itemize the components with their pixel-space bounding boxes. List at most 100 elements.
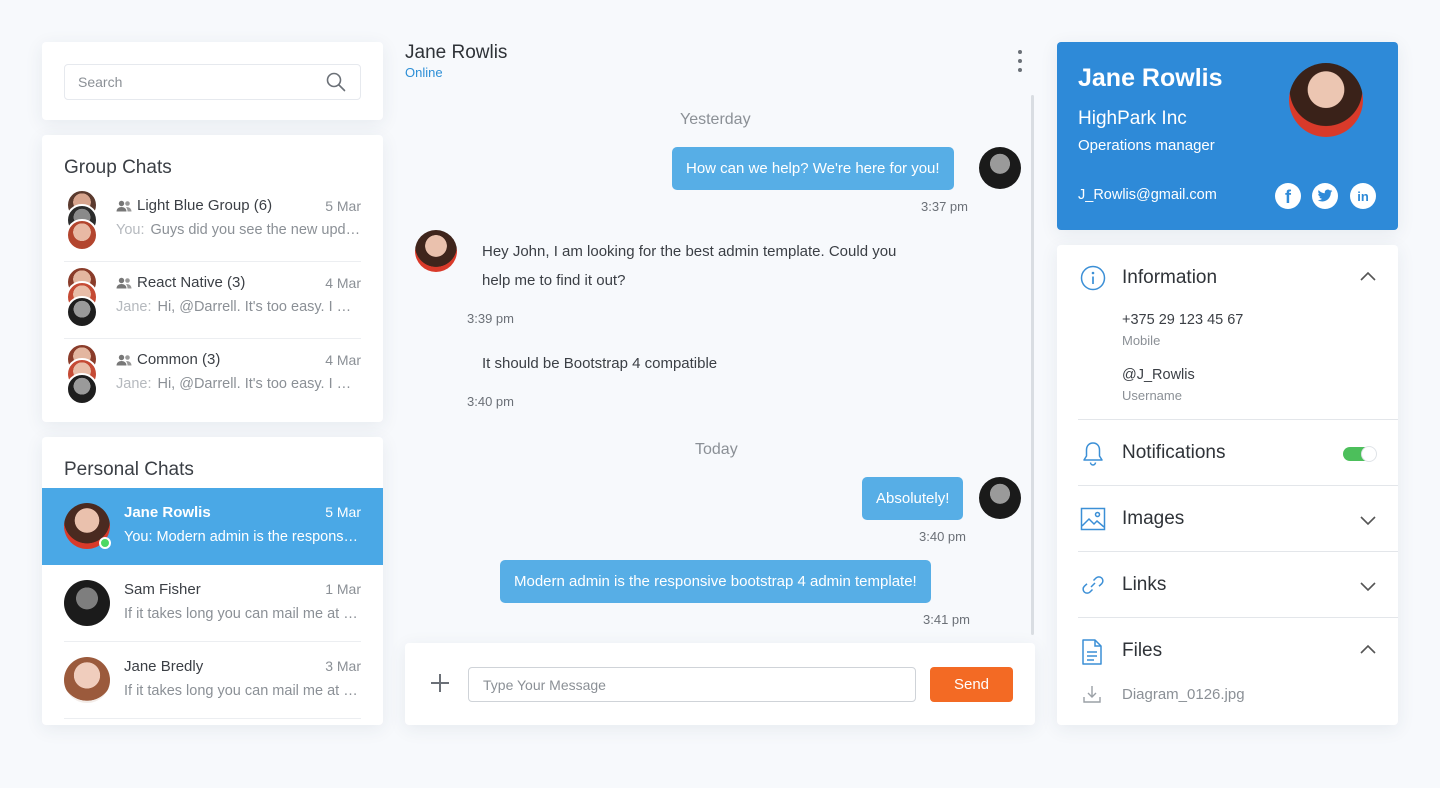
contact-name: Sam Fisher — [124, 581, 201, 598]
chat-date: 5 Mar — [325, 504, 361, 520]
group-name: Common (3) — [116, 351, 220, 368]
group-name: React Native (3) — [116, 274, 245, 291]
toggle-knob — [1361, 446, 1377, 462]
group-name-label: React Native (3) — [137, 274, 246, 291]
group-chats-title: Group Chats — [64, 157, 172, 178]
avatar — [415, 230, 457, 272]
contact-name: Jane Rowlis — [124, 504, 211, 521]
message-composer: Send — [405, 643, 1035, 725]
images-section: Images — [1078, 486, 1398, 552]
search-card — [42, 42, 383, 120]
username-value: @J_Rowlis — [1122, 367, 1195, 383]
chat-date: 3 Mar — [325, 658, 361, 674]
avatar — [1289, 63, 1363, 137]
file-icon — [1082, 639, 1102, 665]
facebook-icon[interactable]: f — [1275, 183, 1301, 209]
message-preview: If it takes long you can mail me at my m… — [124, 606, 361, 622]
chevron-down-icon[interactable] — [1360, 582, 1376, 592]
download-icon[interactable] — [1082, 684, 1102, 704]
outgoing-message: Modern admin is the responsive bootstrap… — [500, 560, 931, 603]
message-preview: You: Modern admin is the responsive boot… — [124, 529, 361, 545]
group-icon — [116, 277, 132, 288]
profile-email[interactable]: J_Rowlis@gmail.com — [1078, 187, 1217, 203]
day-separator: Yesterday — [680, 111, 751, 128]
incoming-message: Hey John, I am looking for the best admi… — [482, 237, 896, 295]
group-date: 5 Mar — [325, 198, 361, 214]
group-avatar-stack — [64, 189, 100, 251]
notifications-section: Notifications — [1078, 420, 1398, 486]
message-preview: Hi, @Darrell. It's too easy. I will send… — [157, 299, 361, 315]
username-label: Username — [1122, 388, 1182, 403]
file-name[interactable]: Diagram_0126.jpg — [1122, 686, 1245, 703]
group-icon — [116, 200, 132, 211]
bell-icon — [1083, 442, 1103, 466]
profile-card: Jane Rowlis HighPark Inc Operations mana… — [1057, 42, 1398, 230]
notifications-toggle[interactable] — [1343, 446, 1377, 462]
message-time: 3:41 pm — [923, 612, 970, 627]
incoming-message: It should be Bootstrap 4 compatible — [482, 355, 718, 372]
information-title[interactable]: Information — [1122, 267, 1217, 289]
send-button[interactable]: Send — [930, 667, 1013, 702]
personal-chats-title: Personal Chats — [64, 459, 194, 480]
links-section: Links — [1078, 552, 1398, 618]
add-attachment-icon[interactable] — [431, 674, 449, 692]
avatar — [66, 219, 98, 251]
group-chat-item[interactable]: Common (3) 4 Mar Jane: Hi, @Darrell. It's… — [64, 339, 361, 416]
group-avatar-stack — [64, 343, 100, 405]
chat-scrollbar[interactable] — [1031, 95, 1034, 635]
chevron-down-icon[interactable] — [1360, 516, 1376, 526]
group-icon — [116, 354, 132, 365]
avatar — [64, 580, 110, 626]
group-name: Light Blue Group (6) — [116, 197, 272, 214]
notifications-title: Notifications — [1122, 442, 1226, 463]
search-input[interactable] — [78, 74, 318, 90]
chevron-up-icon[interactable] — [1360, 644, 1376, 654]
group-name-label: Common (3) — [137, 351, 221, 368]
phone-number: +375 29 123 45 67 — [1122, 312, 1244, 328]
search-icon[interactable] — [326, 72, 346, 97]
images-title[interactable]: Images — [1122, 508, 1184, 530]
personal-chat-item[interactable]: Jane Bredly 3 Mar If it takes long you c… — [42, 642, 383, 719]
more-options-icon[interactable] — [1012, 50, 1028, 72]
group-chat-item[interactable]: React Native (3) 4 Mar Jane: Hi, @Darrell… — [64, 262, 361, 339]
svg-text:in: in — [1357, 189, 1369, 204]
sender-label: Jane: — [116, 376, 152, 392]
group-last-message: Jane: Hi, @Darrell. It's too easy. I will… — [116, 376, 361, 392]
message-time: 3:39 pm — [467, 311, 514, 326]
personal-chat-item[interactable]: Sam Fisher 1 Mar If it takes long you ca… — [42, 565, 383, 642]
avatar — [66, 373, 98, 405]
group-chat-item[interactable]: Light Blue Group (6) 5 Mar You: Guys did … — [64, 185, 361, 262]
chevron-up-icon[interactable] — [1360, 271, 1376, 281]
online-status-dot — [99, 537, 111, 549]
chat-date: 1 Mar — [325, 581, 361, 597]
chat-contact-name: Jane Rowlis — [405, 42, 508, 63]
incoming-message-line: Hey John, I am looking for the best admi… — [482, 243, 897, 260]
message-preview: Guys did you see the new update? — [150, 222, 362, 238]
files-section: Files Diagram_0126.jpg — [1078, 618, 1398, 725]
contact-name: Jane Bredly — [124, 658, 204, 675]
profile-company: HighPark Inc — [1078, 108, 1187, 129]
information-section: Information +375 29 123 45 67 Mobile @J_… — [1078, 245, 1398, 420]
files-title[interactable]: Files — [1122, 640, 1162, 662]
group-chats-card: Group Chats Light Blue Group (6) 5 Mar Y… — [42, 135, 383, 422]
linkedin-icon[interactable]: in — [1350, 183, 1376, 209]
group-avatar-stack — [64, 266, 100, 328]
message-time: 3:37 pm — [921, 199, 968, 214]
chat-contact-status: Online — [405, 65, 443, 80]
twitter-icon[interactable] — [1312, 183, 1338, 209]
image-icon — [1080, 507, 1106, 531]
group-last-message: Jane: Hi, @Darrell. It's too easy. I will… — [116, 299, 361, 315]
message-preview: Hi, @Darrell. It's too easy. I will send… — [157, 376, 361, 392]
personal-chat-item[interactable]: Jane Rowlis 5 Mar You: Modern admin is t… — [42, 488, 383, 565]
outgoing-message: How can we help? We're here for you! — [672, 147, 954, 190]
message-preview: If it takes long you can mail me at my m… — [124, 683, 361, 699]
contact-info-card: Information +375 29 123 45 67 Mobile @J_… — [1057, 245, 1398, 725]
links-title[interactable]: Links — [1122, 574, 1166, 596]
sender-label: Jane: — [116, 299, 152, 315]
link-icon — [1082, 576, 1104, 594]
outgoing-message: Absolutely! — [862, 477, 964, 520]
message-input[interactable] — [468, 667, 916, 702]
avatar — [64, 657, 110, 703]
personal-chats-card: Personal Chats Jane Rowlis 5 Mar You: Mo… — [42, 437, 383, 725]
sender-label: You: — [116, 222, 145, 238]
